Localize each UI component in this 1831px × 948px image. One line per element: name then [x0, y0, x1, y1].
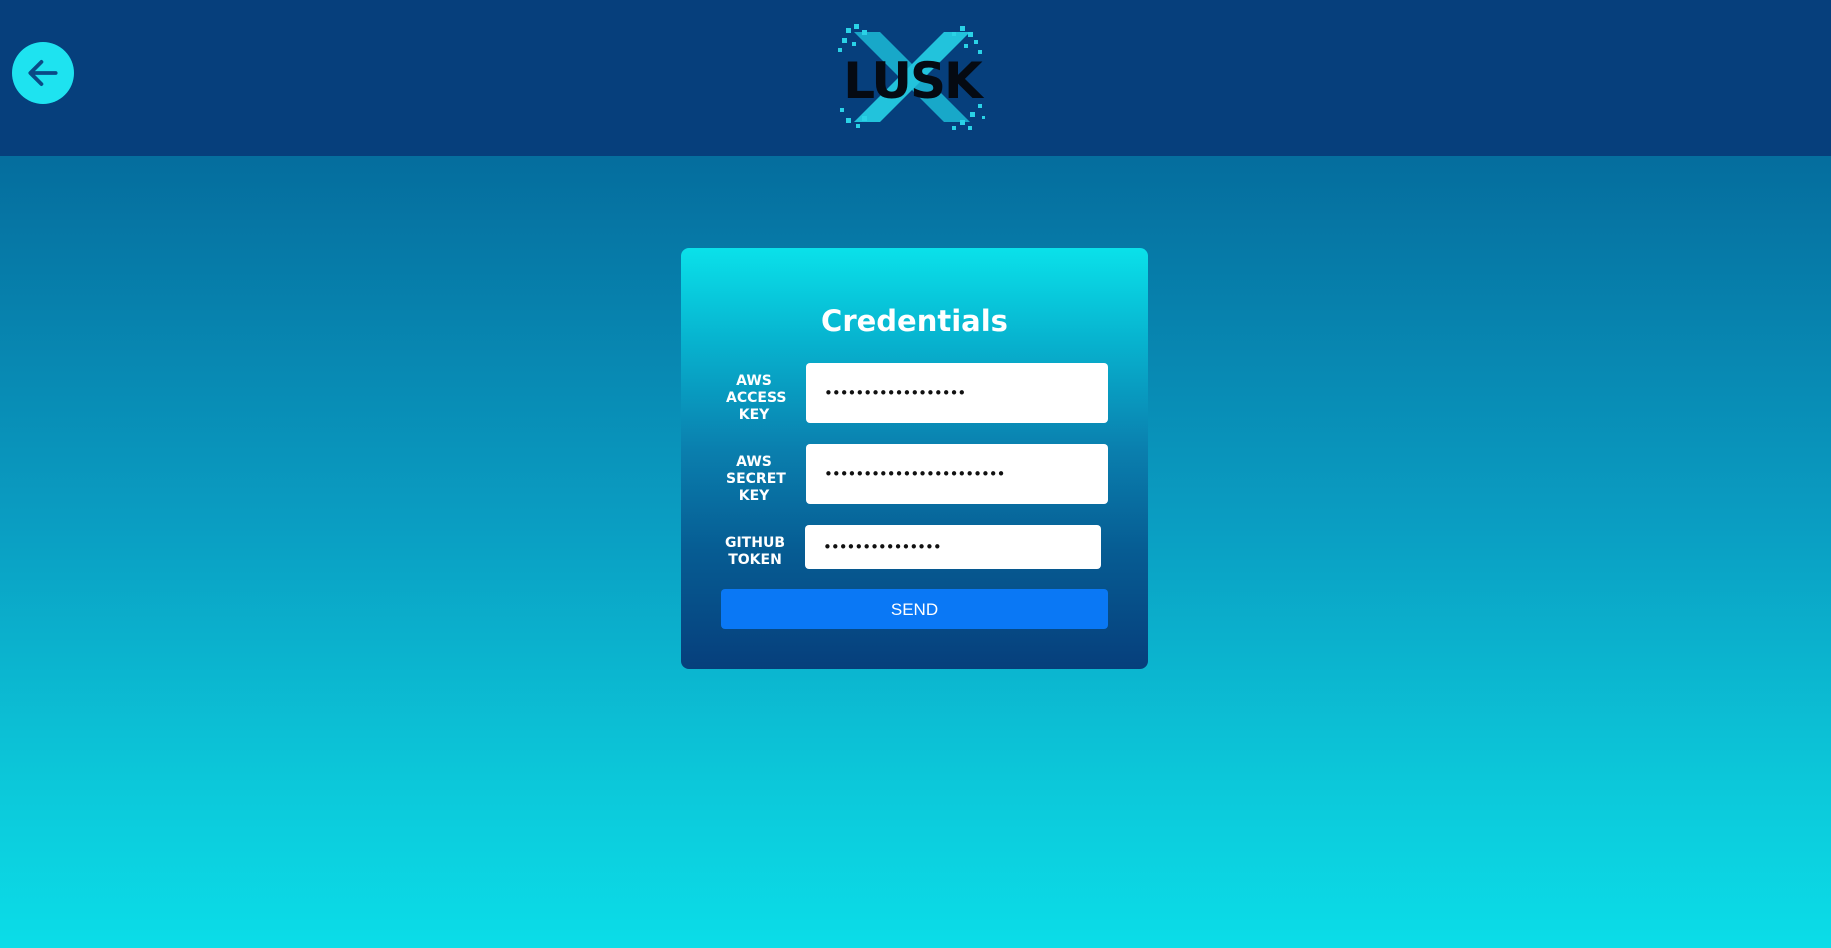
lusk-logo: LUSK: [832, 22, 992, 132]
logo-text: LUSK: [843, 52, 982, 110]
aws-access-key-label: AWS ACCESS KEY: [726, 373, 787, 423]
send-button[interactable]: SEND: [721, 589, 1108, 629]
github-token-input[interactable]: [805, 525, 1101, 569]
credentials-card: Credentials AWS ACCESS KEY AWS SECRET KE…: [681, 248, 1148, 669]
aws-secret-key-input[interactable]: [806, 444, 1108, 504]
github-token-label: GITHUB TOKEN: [724, 535, 785, 568]
back-button[interactable]: [12, 42, 74, 104]
aws-access-key-input[interactable]: [806, 363, 1108, 423]
form-title: Credentials: [821, 304, 1008, 338]
top-bar: LUSK: [0, 0, 1831, 156]
aws-secret-key-label: AWS SECRET KEY: [726, 454, 786, 504]
arrow-left-icon: [28, 60, 58, 86]
